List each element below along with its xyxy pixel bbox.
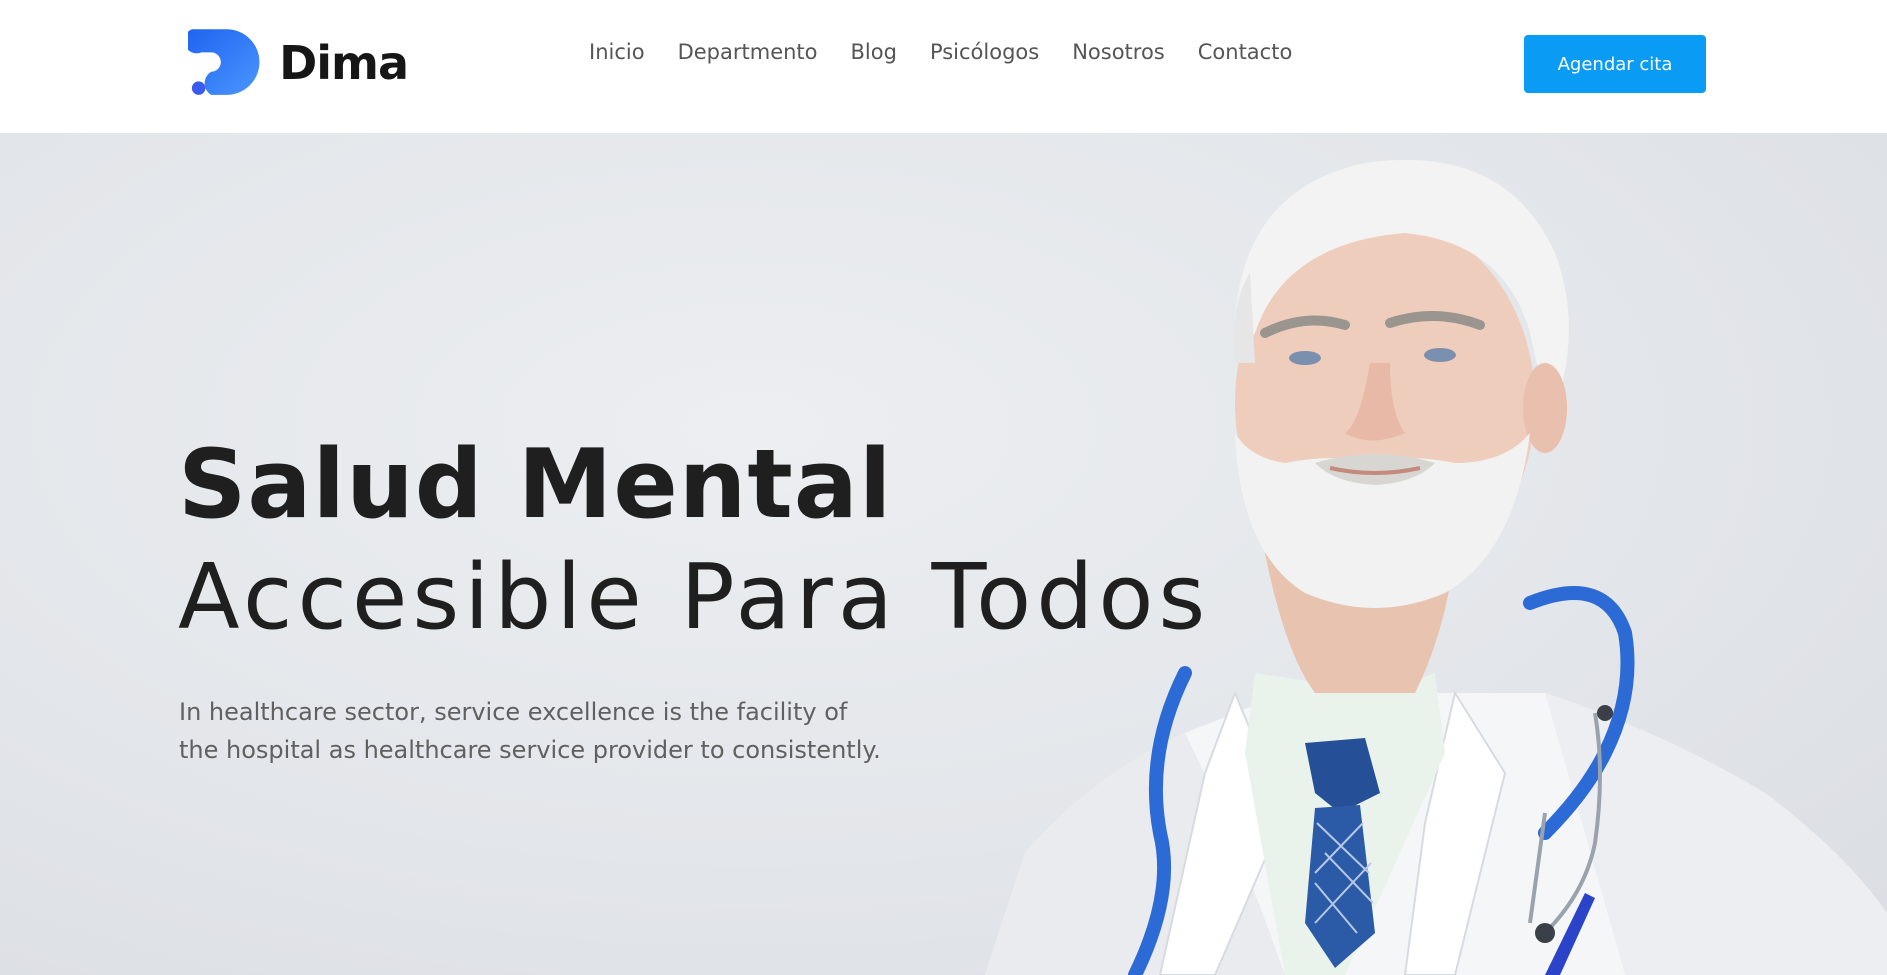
brand-logo[interactable]: Dima <box>188 26 409 100</box>
hero-title-light: Accesible Para Todos <box>178 545 1211 650</box>
nav-item-blog[interactable]: Blog <box>834 37 913 67</box>
site-header: Dima Inicio Departmento Blog Psicólogos … <box>0 0 1887 133</box>
hero-section: Salud Mental Accesible Para Todos In hea… <box>0 133 1887 975</box>
book-appointment-button[interactable]: Agendar cita <box>1524 35 1706 93</box>
hero-description-line1: In healthcare sector, service excellence… <box>179 698 848 726</box>
nav-item-inicio[interactable]: Inicio <box>573 37 661 67</box>
hero-description-line2: the hospital as healthcare service provi… <box>179 736 881 764</box>
logo-mark-icon <box>188 29 260 95</box>
nav-item-contacto[interactable]: Contacto <box>1181 37 1309 67</box>
nav-item-nosotros[interactable]: Nosotros <box>1056 37 1182 67</box>
brand-name: Dima <box>279 36 409 90</box>
nav-item-psicologos[interactable]: Psicólogos <box>913 37 1055 67</box>
main-nav: Inicio Departmento Blog Psicólogos Nosot… <box>573 37 1309 67</box>
nav-item-departmento[interactable]: Departmento <box>661 37 834 67</box>
hero-title-bold: Salud Mental <box>178 430 893 540</box>
hero-description: In healthcare sector, service excellence… <box>179 693 939 769</box>
